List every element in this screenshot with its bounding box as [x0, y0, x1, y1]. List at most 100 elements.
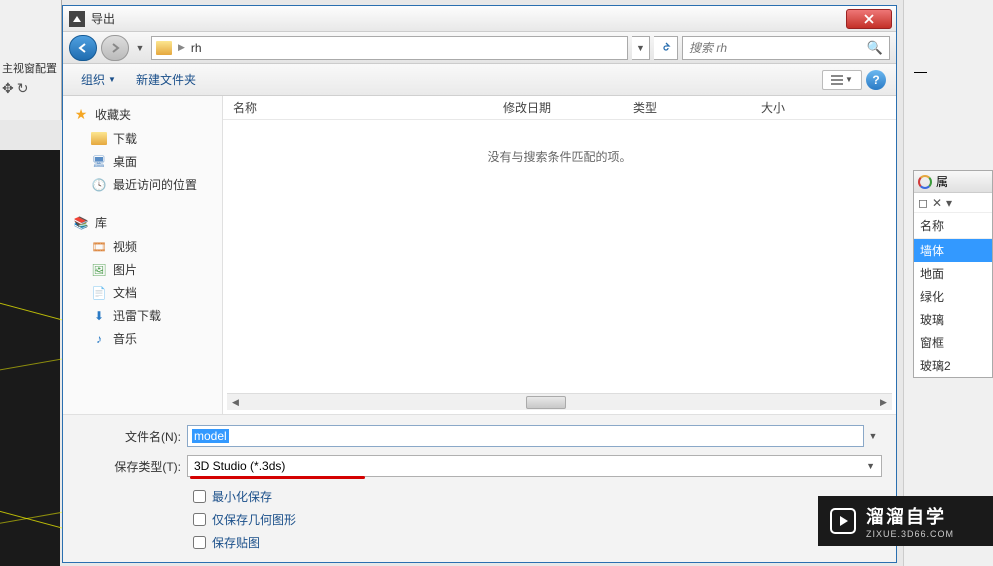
refresh-button[interactable]	[654, 36, 678, 60]
column-headers: 名称 修改日期 类型 大小	[223, 96, 896, 120]
folder-icon	[156, 41, 172, 55]
help-button[interactable]: ?	[866, 70, 886, 90]
new-folder-button[interactable]: 新建文件夹	[128, 68, 204, 91]
sidebar-item-downloads[interactable]: 下载	[63, 127, 222, 150]
checkbox-geometry-input[interactable]	[193, 513, 206, 526]
layer-item[interactable]: 玻璃2	[914, 354, 992, 377]
empty-message: 没有与搜索条件匹配的项。	[487, 148, 631, 165]
picture-icon: 🖼	[91, 262, 107, 278]
app-icon	[69, 11, 85, 27]
scroll-right-button[interactable]: ▶	[875, 394, 892, 411]
titlebar: 导出	[63, 6, 896, 32]
col-header-date[interactable]: 修改日期	[493, 99, 623, 116]
checkbox-texture-input[interactable]	[193, 536, 206, 549]
breadcrumb[interactable]: ▶ rh	[151, 36, 628, 60]
recent-icon: 🕓	[91, 177, 107, 193]
layer-item[interactable]: 玻璃	[914, 308, 992, 331]
layer-item[interactable]: 地面	[914, 262, 992, 285]
nav-history-dropdown[interactable]: ▼	[133, 43, 147, 53]
col-header-size[interactable]: 大小	[751, 99, 831, 116]
filename-value: model	[192, 429, 229, 443]
checkbox-geometry[interactable]: 仅保存几何图形	[193, 508, 882, 531]
right-toolbar: ⎯⎯	[908, 60, 993, 84]
panel-toolbar: ◻ ✕ ▾	[914, 193, 992, 213]
layer-item[interactable]: 窗框	[914, 331, 992, 354]
download-icon	[91, 131, 107, 147]
filetype-value: 3D Studio (*.3ds)	[194, 459, 285, 473]
nav-back-button[interactable]	[69, 35, 97, 61]
library-icon: 📚	[73, 215, 89, 231]
search-icon[interactable]: 🔍	[867, 40, 883, 56]
panel-header: 名称	[914, 213, 992, 239]
scroll-thumb[interactable]	[526, 396, 566, 409]
orbit-icon[interactable]: ↻	[17, 80, 29, 97]
navbar: ▼ ▶ rh ▼ 🔍	[63, 32, 896, 64]
layer-item[interactable]: 墙体	[914, 239, 992, 262]
chevron-down-icon: ▼	[866, 461, 875, 471]
checkbox-minimize-input[interactable]	[193, 490, 206, 503]
scroll-left-button[interactable]: ◀	[227, 394, 244, 411]
watermark-url: ZIXUE.3D66.COM	[866, 529, 954, 539]
export-dialog: 导出 ▼ ▶ rh ▼ 🔍 组织 ▼ 新	[62, 5, 897, 563]
music-icon: ♪	[91, 331, 107, 347]
viewport-wireframe	[0, 280, 62, 560]
link-icon[interactable]: ⎯⎯	[914, 64, 927, 80]
file-list-pane: 名称 修改日期 类型 大小 没有与搜索条件匹配的项。 ◀ ▶	[223, 96, 896, 414]
file-area[interactable]: 没有与搜索条件匹配的项。	[223, 120, 896, 393]
col-header-name[interactable]: 名称	[223, 99, 493, 116]
dialog-body: ★ 收藏夹 下载 🖥 桌面 🕓 最近访问的位置 📚 库 🎞	[63, 96, 896, 414]
horizontal-scrollbar[interactable]: ◀ ▶	[227, 393, 892, 410]
color-wheel-icon[interactable]	[918, 175, 932, 189]
viewport-config-label: 主视窗配置	[0, 0, 61, 76]
sidebar-item-pictures[interactable]: 🖼 图片	[63, 258, 222, 281]
search-input[interactable]	[689, 41, 867, 55]
col-header-type[interactable]: 类型	[623, 99, 751, 116]
video-icon: 🎞	[91, 239, 107, 255]
sidebar-item-recent[interactable]: 🕓 最近访问的位置	[63, 173, 222, 196]
desktop-icon: 🖥	[91, 154, 107, 170]
breadcrumb-dropdown[interactable]: ▼	[632, 36, 650, 60]
bottom-form: 文件名(N): model ▼ 保存类型(T): 3D Studio (*.3d…	[63, 414, 896, 562]
checkbox-minimize[interactable]: 最小化保存	[193, 485, 882, 508]
star-icon: ★	[73, 107, 89, 123]
sidebar-libraries[interactable]: 📚 库	[63, 210, 222, 235]
filename-dropdown[interactable]: ▼	[864, 431, 882, 441]
view-mode-button[interactable]: ▼	[822, 70, 862, 90]
sidebar: ★ 收藏夹 下载 🖥 桌面 🕓 最近访问的位置 📚 库 🎞	[63, 96, 223, 414]
filename-label: 文件名(N):	[77, 428, 187, 445]
close-button[interactable]	[846, 9, 892, 29]
organize-button[interactable]: 组织 ▼	[73, 68, 124, 91]
left-toolbar-fragment: 主视窗配置 ✥ ↻	[0, 0, 62, 120]
filename-input[interactable]: model	[187, 425, 864, 447]
nav-forward-button[interactable]	[101, 35, 129, 61]
annotation-underline	[190, 476, 365, 479]
pan-icon[interactable]: ✥	[2, 80, 14, 97]
play-icon	[830, 508, 856, 534]
toolbar: 组织 ▼ 新建文件夹 ▼ ?	[63, 64, 896, 96]
sidebar-item-music[interactable]: ♪ 音乐	[63, 327, 222, 350]
watermark: 溜溜自学 ZIXUE.3D66.COM	[818, 496, 993, 546]
sidebar-item-documents[interactable]: 📄 文档	[63, 281, 222, 304]
delete-layer-icon[interactable]: ✕	[932, 196, 942, 210]
thunder-icon: ⬇	[91, 308, 107, 324]
sidebar-favorites[interactable]: ★ 收藏夹	[63, 102, 222, 127]
panel-tab-label[interactable]: 属	[936, 173, 948, 190]
chevron-down-icon: ▼	[108, 75, 116, 84]
new-layer-icon[interactable]: ◻	[918, 196, 928, 210]
breadcrumb-item[interactable]: rh	[191, 41, 202, 55]
panel-tabs: 属	[914, 171, 992, 193]
filetype-select[interactable]: 3D Studio (*.3ds) ▼	[187, 455, 882, 477]
search-box[interactable]: 🔍	[682, 36, 890, 60]
watermark-text: 溜溜自学	[866, 503, 954, 529]
chevron-down-icon[interactable]: ▾	[946, 196, 952, 210]
breadcrumb-separator: ▶	[178, 42, 185, 53]
layers-panel: 属 ◻ ✕ ▾ 名称 墙体 地面 绿化 玻璃 窗框 玻璃2	[913, 170, 993, 378]
checkbox-texture[interactable]: 保存贴图	[193, 531, 882, 554]
filetype-label: 保存类型(T):	[77, 458, 187, 475]
layer-item[interactable]: 绿化	[914, 285, 992, 308]
sidebar-item-thunder[interactable]: ⬇ 迅雷下载	[63, 304, 222, 327]
sidebar-item-desktop[interactable]: 🖥 桌面	[63, 150, 222, 173]
window-title: 导出	[91, 10, 846, 27]
sidebar-item-videos[interactable]: 🎞 视频	[63, 235, 222, 258]
document-icon: 📄	[91, 285, 107, 301]
